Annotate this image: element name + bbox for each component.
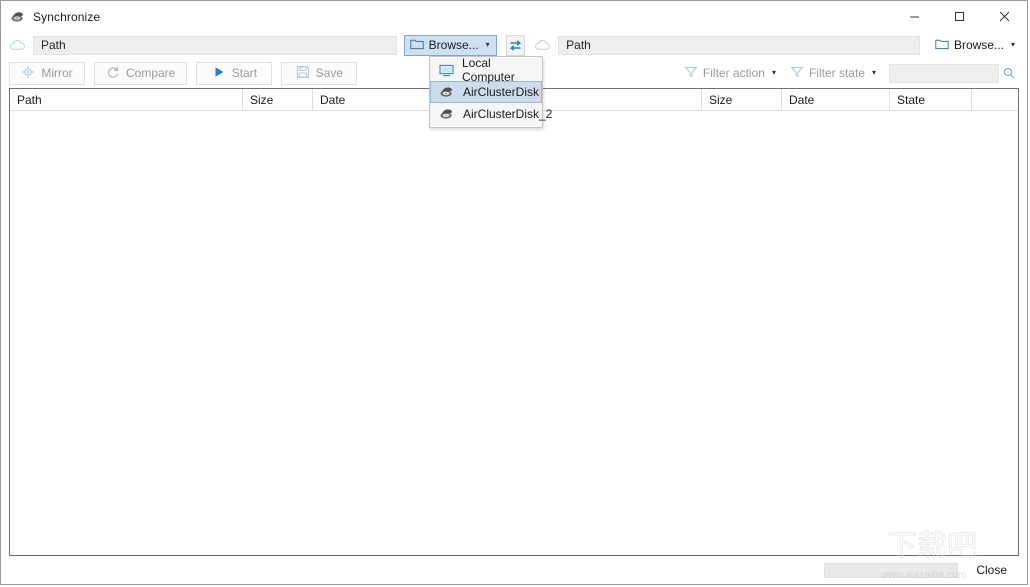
chevron-down-icon-filter-action: ▾ [772, 69, 776, 77]
search-icon[interactable] [999, 66, 1019, 80]
minimize-button[interactable] [892, 1, 937, 32]
filter-state-label: Filter state [809, 66, 865, 80]
file-list-body[interactable] [10, 111, 1018, 555]
cloud-icon-right [534, 36, 551, 54]
compare-label: Compare [126, 66, 175, 80]
menu-item-airclusterdisk-label: AirClusterDisk [463, 85, 539, 99]
maximize-button[interactable] [937, 1, 982, 32]
menu-item-local-computer-label: Local Computer [462, 56, 541, 84]
menu-item-local-computer[interactable]: Local Computer [430, 59, 542, 81]
disk-icon-2 [439, 106, 455, 122]
mirror-button[interactable]: Mirror [9, 62, 85, 85]
filter-group: Filter action ▾ Filter state ▾ [677, 62, 1019, 84]
swap-sides-button[interactable] [506, 35, 526, 56]
start-label: Start [232, 66, 257, 80]
mirror-label: Mirror [41, 66, 72, 80]
play-icon [212, 65, 226, 82]
progress-bar [824, 563, 958, 578]
bottom-bar: Close [1, 556, 1027, 584]
funnel-icon [684, 65, 698, 82]
column-header-filler [972, 89, 1018, 110]
chevron-down-icon: ▾ [486, 41, 490, 49]
left-path-value: Path [41, 38, 66, 52]
browse-dropdown-menu: Local Computer AirClusterDisk [429, 56, 543, 128]
column-header-size-left[interactable]: Size [243, 89, 313, 110]
column-header-date-right[interactable]: Date [782, 89, 890, 110]
menu-item-airclusterdisk-2[interactable]: AirClusterDisk_2 [430, 103, 542, 125]
floppy-icon [296, 65, 310, 82]
disk-icon-1 [439, 84, 455, 100]
column-header-size-right[interactable]: Size [702, 89, 782, 110]
refresh-icon [106, 65, 120, 82]
right-path-value: Path [566, 38, 591, 52]
path-row: Path Browse... ▾ Path [1, 32, 1027, 58]
gear-icon [21, 65, 35, 82]
column-header-state[interactable]: State [890, 89, 972, 110]
cloud-icon [9, 36, 26, 54]
file-list-panel: Path Size Date Size Date State [9, 88, 1019, 556]
title-bar: Synchronize [1, 1, 1027, 32]
right-path-input[interactable]: Path [558, 36, 920, 55]
close-window-button[interactable] [982, 1, 1027, 32]
monitor-icon [439, 62, 454, 78]
funnel-icon-state [790, 65, 804, 82]
menu-item-airclusterdisk[interactable]: AirClusterDisk [430, 81, 542, 103]
left-browse-label: Browse... [429, 38, 479, 52]
compare-button[interactable]: Compare [94, 62, 187, 85]
right-browse-label: Browse... [954, 38, 1004, 52]
window-controls [892, 1, 1027, 32]
filter-action-label: Filter action [703, 66, 765, 80]
filter-action-button[interactable]: Filter action ▾ [677, 62, 783, 84]
close-button[interactable]: Close [968, 561, 1015, 579]
filter-state-button[interactable]: Filter state ▾ [783, 62, 883, 84]
search-input[interactable] [889, 64, 999, 83]
save-label: Save [316, 66, 343, 80]
synchronize-window: Synchronize Path [0, 0, 1028, 585]
folder-icon-right [935, 38, 949, 53]
column-header-path[interactable]: Path [10, 89, 243, 110]
window-title: Synchronize [33, 10, 100, 24]
chevron-down-icon-filter-state: ▾ [872, 69, 876, 77]
menu-item-airclusterdisk-2-label: AirClusterDisk_2 [463, 107, 552, 121]
left-browse-button[interactable]: Browse... ▾ [404, 35, 497, 56]
save-button[interactable]: Save [281, 62, 357, 85]
folder-icon [410, 38, 424, 53]
right-browse-button[interactable]: Browse... ▾ [930, 35, 1021, 56]
chevron-down-icon-right: ▾ [1011, 41, 1015, 49]
left-path-input[interactable]: Path [33, 36, 397, 55]
start-button[interactable]: Start [196, 62, 272, 85]
disk-icon [10, 9, 26, 25]
